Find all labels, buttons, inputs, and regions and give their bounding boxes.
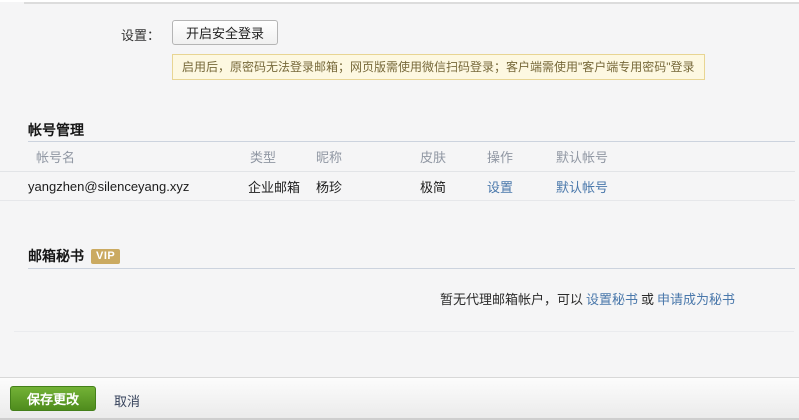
mailbox-secretary-title: 邮箱秘书 VIP [28,246,120,266]
column-header-nickname: 昵称 [316,147,420,166]
vip-badge: VIP [91,249,120,264]
secretary-or-text: 或 [641,292,654,307]
secure-login-notice: 启用后，原密码无法登录邮箱；网页版需使用微信扫码登录；客户端需使用"客户端专用密… [172,54,705,80]
column-header-type: 类型 [250,147,316,166]
column-header-action: 操作 [487,147,556,166]
save-changes-button[interactable]: 保存更改 [10,386,96,411]
account-nickname: 杨珍 [316,177,420,196]
account-skin: 极简 [420,177,487,196]
account-table-row: yangzhen@silenceyang.xyz 企业邮箱 杨珍 极简 设置 默… [0,173,795,201]
secretary-empty-state: 暂无代理邮箱帐户，可以设置秘书或申请成为秘书 [440,289,738,308]
mailbox-secretary-title-text: 邮箱秘书 [28,248,84,264]
column-header-account: 帐号名 [36,147,250,166]
cancel-link[interactable]: 取消 [114,391,140,410]
secretary-empty-text: 暂无代理邮箱帐户，可以 [440,292,583,307]
settings-page: 设置： 开启安全登录 启用后，原密码无法登录邮箱；网页版需使用微信扫码登录；客户… [0,0,799,420]
security-settings-label: 设置： [121,25,160,44]
account-email: yangzhen@silenceyang.xyz [28,179,248,194]
account-type: 企业邮箱 [248,177,316,196]
set-secretary-link[interactable]: 设置秘书 [586,292,638,307]
enable-secure-login-button[interactable]: 开启安全登录 [172,20,278,45]
top-border-line [24,2,799,4]
account-management-title: 帐号管理 [28,120,84,140]
apply-secretary-link[interactable]: 申请成为秘书 [657,292,735,307]
column-header-skin: 皮肤 [420,147,487,166]
account-settings-link[interactable]: 设置 [487,180,513,195]
set-default-account-link[interactable]: 默认帐号 [556,180,608,195]
account-table-header: 帐号名 类型 昵称 皮肤 操作 默认帐号 [0,142,795,172]
secretary-bottom-divider [14,331,794,332]
column-header-default-account: 默认帐号 [556,147,795,166]
secretary-section-divider [28,268,795,269]
